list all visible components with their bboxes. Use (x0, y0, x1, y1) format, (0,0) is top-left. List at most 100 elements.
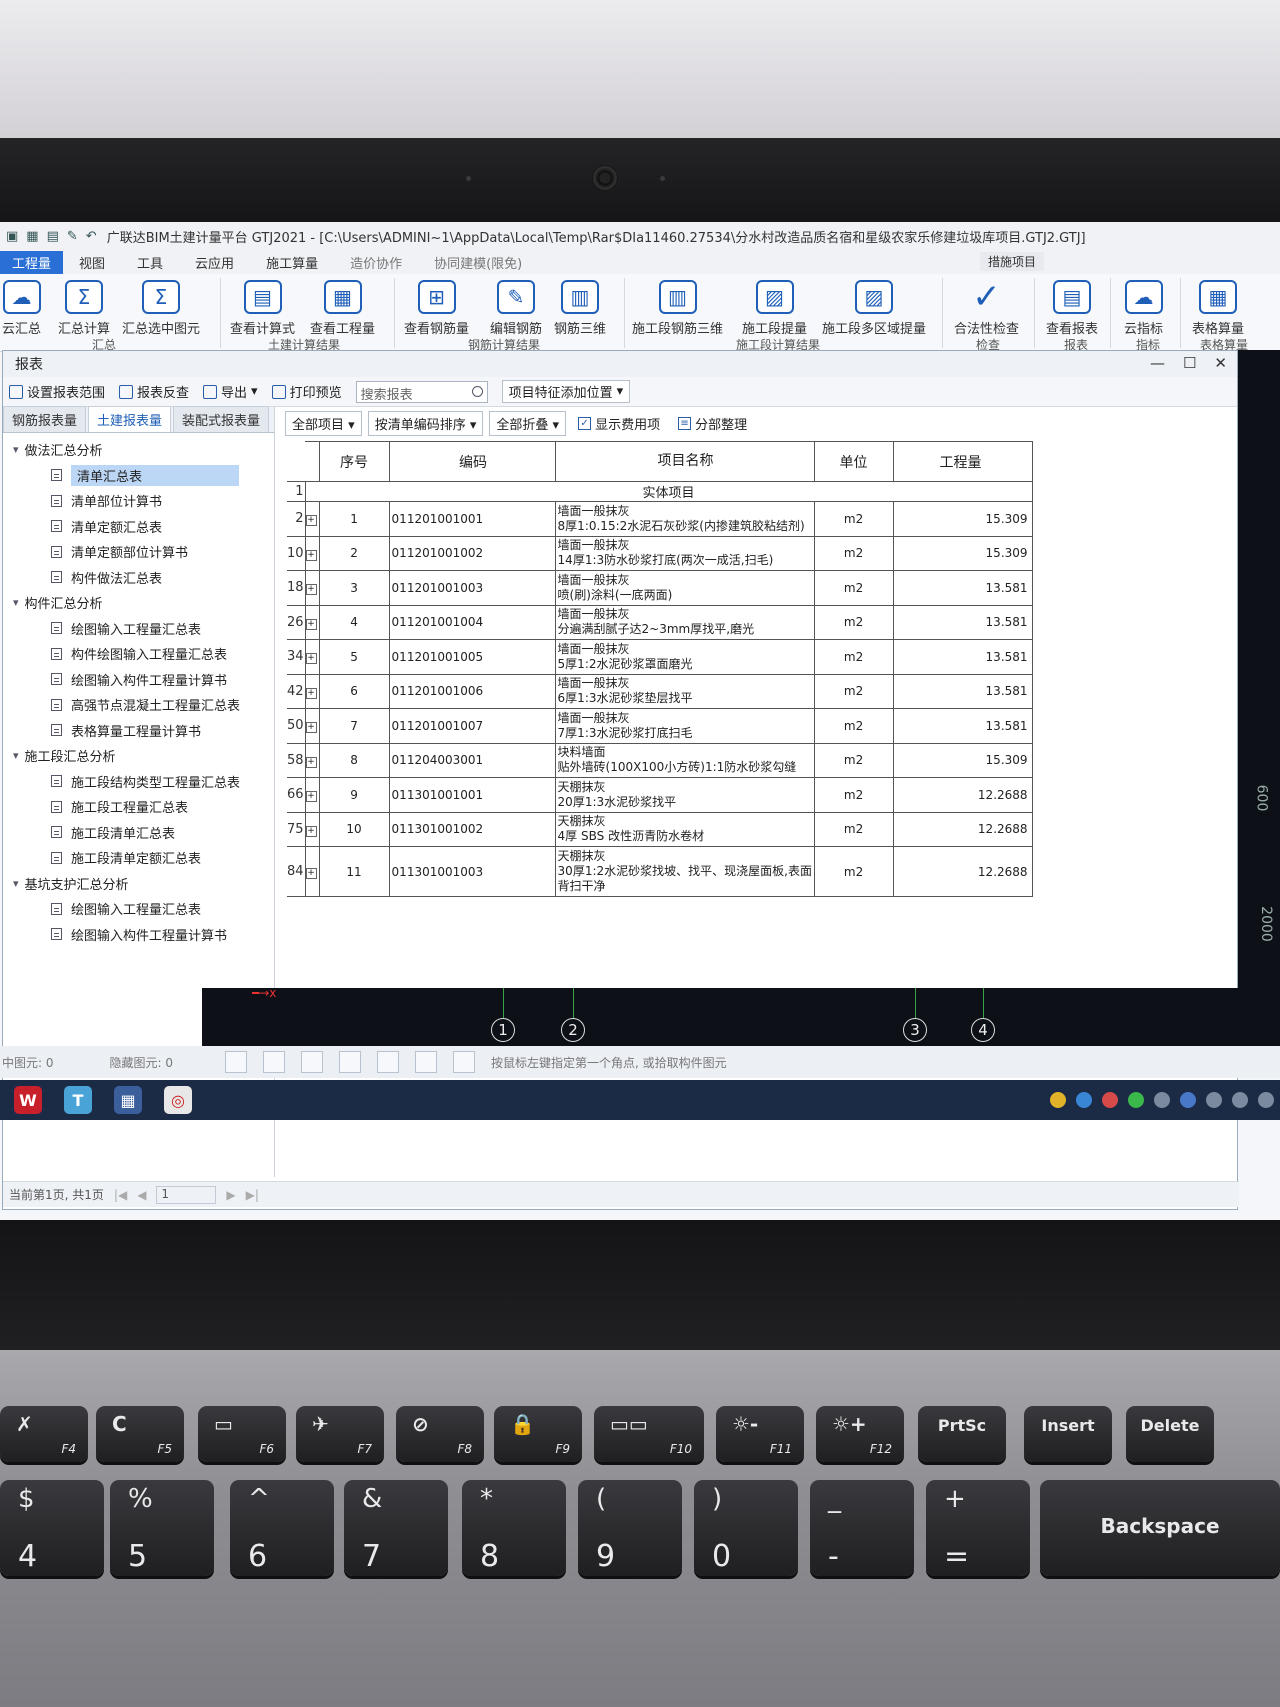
volume-icon[interactable] (1258, 1092, 1274, 1108)
layer-icon[interactable] (415, 1051, 437, 1073)
feature-position-dropdown[interactable]: 项目特征添加位置 ▾ (501, 380, 631, 403)
menu-tab[interactable]: 协同建模(限免) (418, 253, 538, 272)
table-row[interactable]: 26 +4 011201001004 墙面一般抹灰 分遍满刮腻子达2~3mm厚找平,磨光… (287, 604, 1033, 640)
report-type-tab[interactable]: 装配式报表量 (173, 406, 270, 432)
ribbon-button[interactable]: ▨ 施工段多区域提量 (822, 280, 926, 337)
expand-icon[interactable]: + (305, 825, 317, 837)
globe-icon[interactable] (1232, 1092, 1248, 1108)
tray-icon[interactable] (1050, 1092, 1066, 1108)
set-range-button[interactable]: 设置报表范围 (9, 382, 105, 401)
ribbon-button[interactable]: ✓ 合法性检查 (954, 277, 1019, 337)
ribbon-button[interactable]: Σ 汇总计算 (58, 280, 110, 337)
tree-item[interactable]: 清单定额汇总表 (3, 514, 274, 540)
layout-icon[interactable]: ▤ (47, 229, 59, 244)
ribbon-button[interactable]: ☁ 云汇总 (2, 280, 41, 337)
table-row[interactable]: 66 +9 011301001001 天棚抹灰 20厚1:3水泥砂浆找平 m2 12.268… (287, 777, 1033, 813)
tree-item[interactable]: 施工段清单定额汇总表 (3, 845, 274, 871)
fold-dropdown[interactable]: 全部折叠 ▾ (489, 410, 567, 436)
tree-item[interactable]: 构件做法汇总表 (3, 565, 274, 591)
tree-item[interactable]: 绘图输入构件工程量计算书 (3, 667, 274, 693)
ribbon-button[interactable]: ▤ 查看报表 (1046, 280, 1098, 337)
shield-icon[interactable] (1180, 1092, 1196, 1108)
menu-tab[interactable]: 工程量 (0, 250, 64, 274)
table-row[interactable]: 84 +11 011301001003 天棚抹灰 30厚1:2水泥砂浆找坡、找平、现浇屋… (287, 846, 1033, 897)
column-header-unit[interactable]: 单位 (813, 441, 894, 482)
expander[interactable]: + (304, 535, 320, 571)
tree-item[interactable]: 施工段结构类型工程量汇总表 (3, 769, 274, 795)
table-row[interactable]: 58 +8 011204003001 块料墙面 贴外墙砖(100X100小方砖)1:1防… (287, 742, 1033, 778)
gtj-app-icon[interactable]: T (64, 1086, 92, 1114)
menu-tab[interactable]: 云应用 (179, 253, 250, 272)
export-button[interactable]: 导出 ▾ (203, 382, 258, 401)
menu-tab[interactable]: 视图 (63, 253, 121, 272)
prev-page-icon[interactable]: ◀ (137, 1188, 146, 1202)
menu-tab[interactable]: 施工算量 (250, 253, 334, 272)
tree-item[interactable]: 清单部位计算书 (3, 488, 274, 514)
page-number-input[interactable]: 1 (156, 1185, 217, 1204)
sort-dropdown[interactable]: 按清单编码排序 ▾ (367, 410, 484, 436)
ribbon-button[interactable]: ▦ 表格算量 (1192, 280, 1244, 337)
cloud-app-icon[interactable]: ◎ (164, 1086, 192, 1114)
ribbon-button[interactable]: ▨ 施工段提量 (742, 280, 807, 337)
wechat-icon[interactable] (1128, 1092, 1144, 1108)
expand-icon[interactable]: + (305, 653, 317, 665)
menu-tab[interactable]: 造价协作 (334, 253, 418, 272)
angle-icon[interactable] (339, 1051, 361, 1073)
report-type-tab[interactable]: 钢筋报表量 (3, 406, 87, 432)
last-page-icon[interactable]: ▶| (246, 1188, 259, 1202)
wps-icon[interactable]: W (14, 1086, 42, 1114)
snap-icon[interactable] (225, 1051, 247, 1073)
network-icon[interactable] (1206, 1092, 1222, 1108)
ribbon-button[interactable]: ▤ 查看计算式 (230, 280, 295, 337)
tree-item[interactable]: 绘图输入构件工程量计算书 (3, 922, 274, 948)
tree-item[interactable]: 高强节点混凝土工程量汇总表 (3, 692, 274, 718)
table-row[interactable]: 10 +2 011201001002 墙面一般抹灰 14厚1:3防水砂浆打底(两次一成活… (287, 535, 1033, 571)
tree-item[interactable]: 施工段清单汇总表 (3, 820, 274, 846)
expander[interactable]: + (304, 639, 320, 675)
table-row[interactable]: 42 +6 011201001006 墙面一般抹灰 6厚1:3水泥砂浆垫层找平 m2 13.… (287, 673, 1033, 709)
tree-item[interactable]: 施工段工程量汇总表 (3, 794, 274, 820)
ribbon-button[interactable]: ✎ 编辑钢筋 (490, 280, 542, 337)
arc-icon[interactable] (453, 1051, 475, 1073)
tree-group[interactable]: 构件汇总分析 (3, 590, 274, 616)
table-row[interactable]: 34 +5 011201001005 墙面一般抹灰 5厚1:2水泥砂浆罩面磨光 m2 13.… (287, 639, 1033, 675)
recheck-button[interactable]: 报表反查 (119, 382, 189, 401)
expand-icon[interactable]: + (305, 868, 317, 879)
expander[interactable]: + (304, 673, 320, 709)
next-page-icon[interactable]: ▶ (226, 1188, 235, 1202)
expand-icon[interactable]: + (305, 756, 317, 768)
expand-icon[interactable]: + (305, 618, 317, 630)
show-fees-checkbox[interactable]: ✓ 显示费用项 (578, 414, 660, 433)
tree-group[interactable]: 做法汇总分析 (3, 437, 274, 463)
grid-icon[interactable]: ▦ (26, 229, 38, 244)
edit-icon[interactable]: ✎ (67, 229, 78, 244)
tray-icon[interactable] (1076, 1092, 1092, 1108)
expand-icon[interactable]: + (305, 722, 317, 734)
tray-icon[interactable] (1102, 1092, 1118, 1108)
ribbon-button[interactable]: ☁ 云指标 (1124, 280, 1163, 337)
expander[interactable]: + (304, 811, 320, 847)
menu-tab[interactable]: 工具 (121, 253, 179, 272)
expander[interactable]: + (304, 777, 320, 813)
tree-item[interactable]: 表格算量工程量计算书 (3, 718, 274, 744)
table-row[interactable]: 18 +3 011201001003 墙面一般抹灰 喷(刷)涂料(一底两面) m2 13.5… (287, 570, 1033, 606)
tree-group[interactable]: 基坑支护汇总分析 (3, 871, 274, 897)
table-row[interactable]: 2 +1 011201001001 墙面一般抹灰 8厚1:0.15:2水泥石灰砂浆(内掺… (287, 501, 1033, 537)
ribbon-button[interactable]: ▥ 钢筋三维 (554, 280, 606, 337)
spreadsheet-app-icon[interactable]: ▦ (114, 1086, 142, 1114)
expand-icon[interactable]: + (305, 549, 317, 561)
maximize-icon[interactable]: ☐ (1183, 354, 1196, 372)
cross-icon[interactable] (301, 1051, 323, 1073)
section-organize-button[interactable]: ≡ 分部整理 (678, 414, 747, 433)
tree-item[interactable]: 绘图输入工程量汇总表 (3, 616, 274, 642)
select-box-icon[interactable] (263, 1051, 285, 1073)
context-tab-label[interactable]: 措施项目 (980, 252, 1045, 271)
undo-icon[interactable]: ↶ (86, 229, 97, 244)
expander[interactable]: + (304, 742, 320, 778)
expander[interactable]: + (304, 570, 320, 606)
expander[interactable]: + (304, 501, 320, 537)
close-icon[interactable]: ✕ (1214, 354, 1227, 372)
table-row[interactable]: 50 +7 011201001007 墙面一般抹灰 7厚1:3水泥砂浆打底扫毛 m2 13.… (287, 708, 1033, 744)
tray-icon[interactable] (1154, 1092, 1170, 1108)
expand-icon[interactable]: + (305, 687, 317, 699)
